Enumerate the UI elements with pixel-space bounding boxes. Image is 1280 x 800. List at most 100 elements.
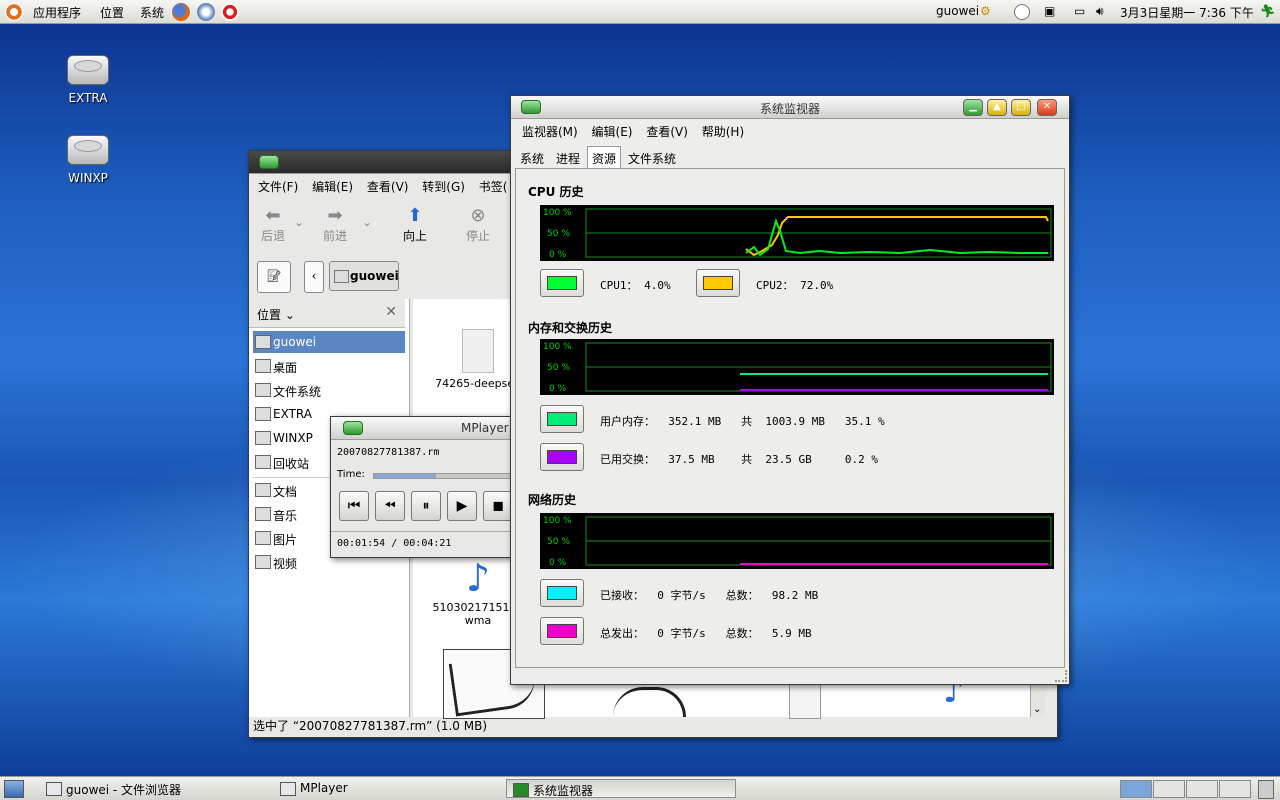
stop-button[interactable]: ⊗ 停止	[454, 205, 502, 244]
image-thumbnail[interactable]	[603, 681, 703, 717]
desktop-icon-winxp[interactable]: WINXP	[48, 135, 128, 185]
workspace-2[interactable]	[1153, 780, 1185, 798]
scroll-down-icon[interactable]: ⌄	[1033, 704, 1041, 715]
minimize-button[interactable]: ▁	[963, 99, 983, 116]
applications-menu[interactable]: 应用程序	[33, 4, 81, 21]
forward-button[interactable]: ➡ 前进	[311, 205, 359, 244]
time-separator: /	[391, 538, 398, 549]
sent-color-button[interactable]	[540, 617, 584, 645]
tab-resources[interactable]: 资源	[587, 146, 622, 168]
window-menu-icon[interactable]	[259, 155, 279, 169]
battery-icon[interactable]: ▭	[1074, 4, 1085, 18]
sidebar-type-dropdown[interactable]: 位置 ⌄	[257, 306, 295, 323]
places-menu[interactable]: 位置	[100, 4, 124, 21]
edit-location-button[interactable]: 📝︎	[257, 261, 291, 293]
trash-icon	[255, 455, 271, 469]
menu-help[interactable]: 帮助(H)	[697, 120, 749, 143]
help-icon[interactable]	[221, 3, 239, 21]
taskbar-mplayer[interactable]: MPlayer	[274, 779, 504, 798]
previous-button[interactable]: ⏮︎	[339, 491, 369, 521]
quit-running-icon[interactable]: 🏃︎	[1260, 4, 1275, 18]
ubuntu-logo-icon[interactable]	[5, 3, 23, 21]
up-button[interactable]: ⬆ 向上	[391, 205, 439, 244]
folder-icon	[255, 507, 271, 521]
menu-go[interactable]: 转到(G)	[417, 175, 470, 198]
mail-icon[interactable]	[197, 3, 215, 21]
network-graph-svg: 100 % 50 % 0 %	[543, 516, 1052, 568]
back-label: 后退	[260, 229, 285, 243]
rewind-button[interactable]: ⏪︎	[375, 491, 405, 521]
sidebar-item-desktop[interactable]: 桌面	[253, 355, 405, 377]
taskbar-system-monitor[interactable]: 系统监视器	[506, 779, 736, 798]
sidebar-item-filesystem[interactable]: 文件系统	[253, 379, 405, 401]
path-button-home[interactable]: guowei	[329, 261, 399, 291]
menu-edit[interactable]: 编辑(E)	[587, 120, 638, 143]
clock-applet-icon[interactable]	[1014, 4, 1030, 20]
window-menu-icon[interactable]	[343, 421, 363, 435]
tab-system[interactable]: 系统	[515, 146, 549, 168]
received-color-button[interactable]	[540, 579, 584, 607]
show-desktop-icon[interactable]	[4, 780, 24, 798]
sidebar-item-label: 图片	[273, 533, 298, 547]
pause-button[interactable]: ⏸︎	[411, 491, 441, 521]
axis-label-0: 0 %	[549, 558, 567, 568]
cpu1-color-button[interactable]	[540, 269, 584, 297]
cpu1-value: 4.0%	[644, 279, 671, 292]
tab-filesystems[interactable]: 文件系统	[623, 146, 681, 168]
menu-view[interactable]: 查看(V)	[641, 120, 693, 143]
menu-edit[interactable]: 编辑(E)	[307, 175, 358, 198]
document-thumbnail[interactable]	[789, 683, 821, 719]
monitor-applet-icon[interactable]: ▣	[1044, 4, 1055, 18]
mplayer-time-label: Time:	[337, 469, 365, 480]
menu-file[interactable]: 文件(F)	[253, 175, 303, 198]
system-monitor-titlebar[interactable]: 系统监视器 ▁ ▲ □ ✕	[511, 96, 1069, 119]
sidebar-item-label: WINXP	[273, 431, 313, 445]
top-panel: 应用程序 位置 系统 guowei ⚙ ▣ ▭ 🔊︎ 3月3日星期一 7:36 …	[0, 0, 1280, 24]
tab-processes[interactable]: 进程	[551, 146, 585, 168]
axis-label-100: 100 %	[543, 208, 572, 218]
sent-color-swatch	[547, 624, 577, 638]
close-sidebar-icon[interactable]: ✕	[385, 304, 397, 320]
mplayer-filename: 20070827781387.rm	[337, 447, 440, 458]
cpu2-color-button[interactable]	[696, 269, 740, 297]
play-button[interactable]: ▶︎	[447, 491, 477, 521]
memory-color-button[interactable]	[540, 405, 584, 433]
username-label[interactable]: guowei	[936, 4, 979, 18]
sent-rate: 0 字节/s	[657, 627, 706, 640]
desktop-icon-extra[interactable]: EXTRA	[48, 55, 128, 105]
memory-history-heading: 内存和交换历史	[528, 321, 613, 335]
sidebar-item-home[interactable]: guowei	[253, 331, 405, 353]
back-history-dropdown[interactable]: ⌄	[287, 215, 311, 229]
stop-button[interactable]: ◼︎	[483, 491, 513, 521]
memory-label: 用户内存：	[600, 415, 655, 428]
path-left-button[interactable]: ‹	[304, 261, 324, 293]
memory-percent: 35.1 %	[844, 415, 885, 428]
cpu-history-graph: 100 % 50 % 0 %	[540, 205, 1054, 261]
system-menu[interactable]: 系统	[140, 4, 164, 21]
bottom-panel: guowei - 文件浏览器 MPlayer 系统监视器	[0, 776, 1280, 800]
volume-icon[interactable]: 🔊︎	[1096, 4, 1104, 19]
seek-slider[interactable]	[373, 473, 515, 479]
drive-icon	[67, 135, 109, 165]
desktop-icon	[255, 359, 271, 373]
close-button[interactable]: ✕	[1037, 99, 1057, 116]
menu-bookmarks[interactable]: 书签(	[474, 175, 513, 198]
taskbar-file-browser[interactable]: guowei - 文件浏览器	[40, 779, 270, 798]
forward-history-dropdown[interactable]: ⌄	[355, 215, 379, 229]
firefox-icon[interactable]	[172, 3, 190, 21]
shade-button[interactable]: ▲	[987, 99, 1007, 116]
mplayer-titlebar[interactable]: MPlayer	[331, 417, 525, 440]
menu-view[interactable]: 查看(V)	[362, 175, 414, 198]
resize-grip[interactable]	[1055, 670, 1067, 682]
workspace-4[interactable]	[1219, 780, 1251, 798]
clock[interactable]: 3月3日星期一 7:36 下午	[1120, 4, 1254, 21]
trash-applet-icon[interactable]	[1258, 780, 1274, 799]
maximize-button[interactable]: □	[1011, 99, 1031, 116]
workspace-3[interactable]	[1186, 780, 1218, 798]
cpu2-color-swatch	[703, 276, 733, 290]
workspace-1[interactable]	[1120, 780, 1152, 798]
swap-color-button[interactable]	[540, 443, 584, 471]
menu-monitor[interactable]: 监视器(M)	[517, 120, 583, 143]
cpu2-label: CPU2：	[756, 279, 794, 292]
network-applet-icon[interactable]: ⚙	[980, 4, 991, 18]
